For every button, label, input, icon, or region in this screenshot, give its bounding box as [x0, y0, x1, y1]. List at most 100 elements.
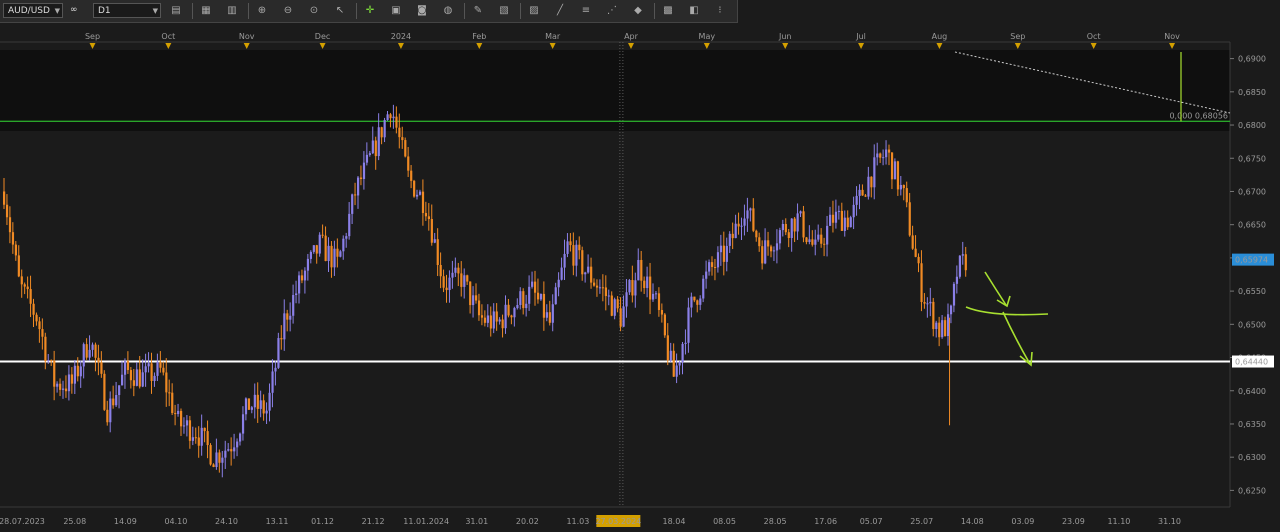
candle-bear [864, 195, 867, 197]
candle-bear [321, 234, 324, 236]
candle-bull [740, 225, 743, 227]
candle-bull [339, 251, 342, 257]
candle-bear [129, 370, 133, 381]
date-label: 08.05 [713, 517, 736, 526]
candle-bear [604, 287, 607, 297]
candle-bear [374, 140, 377, 157]
candle-bear [522, 291, 525, 309]
candle-bull [47, 360, 50, 362]
candle-bull [952, 283, 956, 306]
candle-bear [359, 177, 363, 179]
candle-bull [239, 433, 242, 442]
candle-bull [513, 308, 516, 318]
candle-bear [398, 127, 401, 138]
candle-bull [62, 388, 65, 390]
candle-bull [563, 253, 566, 268]
candle-bear [888, 149, 891, 153]
date-label: 31.01 [465, 517, 488, 526]
candle-bull [681, 343, 684, 363]
month-label: Feb [472, 32, 486, 41]
candle-bear [59, 383, 62, 390]
candle-bull [775, 243, 779, 251]
candle-bull [82, 344, 85, 367]
candle-bull [351, 194, 354, 214]
candle-bull [584, 272, 587, 275]
candle-bear [112, 398, 115, 406]
candle-bull [418, 191, 422, 195]
candle-bear [495, 311, 498, 322]
candle-bull [56, 383, 59, 387]
candle-bear [230, 449, 233, 452]
candle-bull [587, 266, 590, 273]
candle-bear [5, 204, 9, 218]
candle-bear [693, 296, 696, 301]
candle-bear [631, 280, 634, 296]
candle-bear [44, 336, 47, 362]
candle-bull [557, 279, 560, 288]
candle-bull [799, 211, 802, 214]
candle-bear [424, 213, 428, 217]
candle-bull [516, 304, 519, 309]
candle-bear [404, 140, 407, 157]
candle-bear [831, 214, 835, 223]
price-tick-label: 0,6650 [1238, 221, 1266, 230]
candle-bull [625, 292, 628, 307]
candle-bear [601, 287, 605, 289]
price-tick-label: 0,6750 [1238, 154, 1266, 163]
candle-bear [917, 256, 920, 264]
candle-bear [159, 361, 162, 368]
candle-bull [79, 366, 82, 377]
candle-bear [752, 208, 755, 231]
support-price-label: 0,64440 [1235, 358, 1268, 367]
candle-bear [336, 248, 339, 257]
candle-bull [531, 281, 534, 287]
price-tick-label: 0,6900 [1238, 55, 1266, 64]
candle-bear [354, 194, 357, 196]
candle-bull [289, 315, 292, 320]
date-label: 11.01.2024 [403, 517, 449, 526]
candle-bear [469, 281, 472, 306]
price-chart[interactable]: Sep Oct Nov Dec 2024 Feb Mar Apr May Jun Jul Aug Sep… [0, 0, 1280, 532]
candle-bear [315, 245, 318, 254]
price-tick-label: 0,6250 [1238, 486, 1266, 495]
candle-bull [929, 301, 932, 304]
current-price-label: 0,65974 [1235, 256, 1268, 265]
candle-bull [772, 250, 776, 252]
candle-bull [433, 239, 436, 243]
month-label: Mar [545, 32, 561, 41]
date-label: 31.10 [1158, 517, 1181, 526]
candle-bear [460, 273, 463, 287]
candle-bull [826, 225, 829, 245]
candle-bull [123, 361, 127, 375]
candle-bear [262, 400, 265, 414]
candle-bear [737, 223, 740, 227]
candle-bear [138, 369, 141, 387]
candle-bull [858, 189, 861, 196]
candle-bear [722, 245, 725, 262]
candle-bull [687, 307, 690, 343]
candle-bull [876, 153, 879, 158]
candle-bear [38, 321, 41, 330]
candle-bear [218, 452, 221, 463]
candle-bull [333, 248, 336, 268]
candle-bull [734, 223, 737, 239]
candle-bear [35, 314, 38, 322]
candle-bull [814, 239, 817, 245]
candle-bear [593, 282, 596, 286]
candle-bull [843, 217, 846, 231]
candle-bear [413, 180, 416, 197]
candle-bear [64, 388, 68, 392]
candle-bull [551, 304, 554, 323]
candle-bull [867, 176, 870, 197]
price-tick-label: 0,6700 [1238, 187, 1266, 196]
candle-bear [711, 262, 714, 267]
candle-bull [678, 362, 681, 366]
candle-bear [106, 409, 109, 423]
candle-bull [345, 236, 348, 239]
candle-bear [696, 300, 699, 305]
candle-bull [852, 204, 855, 218]
candle-bear [534, 281, 537, 293]
candle-bull [817, 234, 820, 240]
candle-bear [595, 285, 599, 288]
candle-bear [206, 431, 209, 446]
